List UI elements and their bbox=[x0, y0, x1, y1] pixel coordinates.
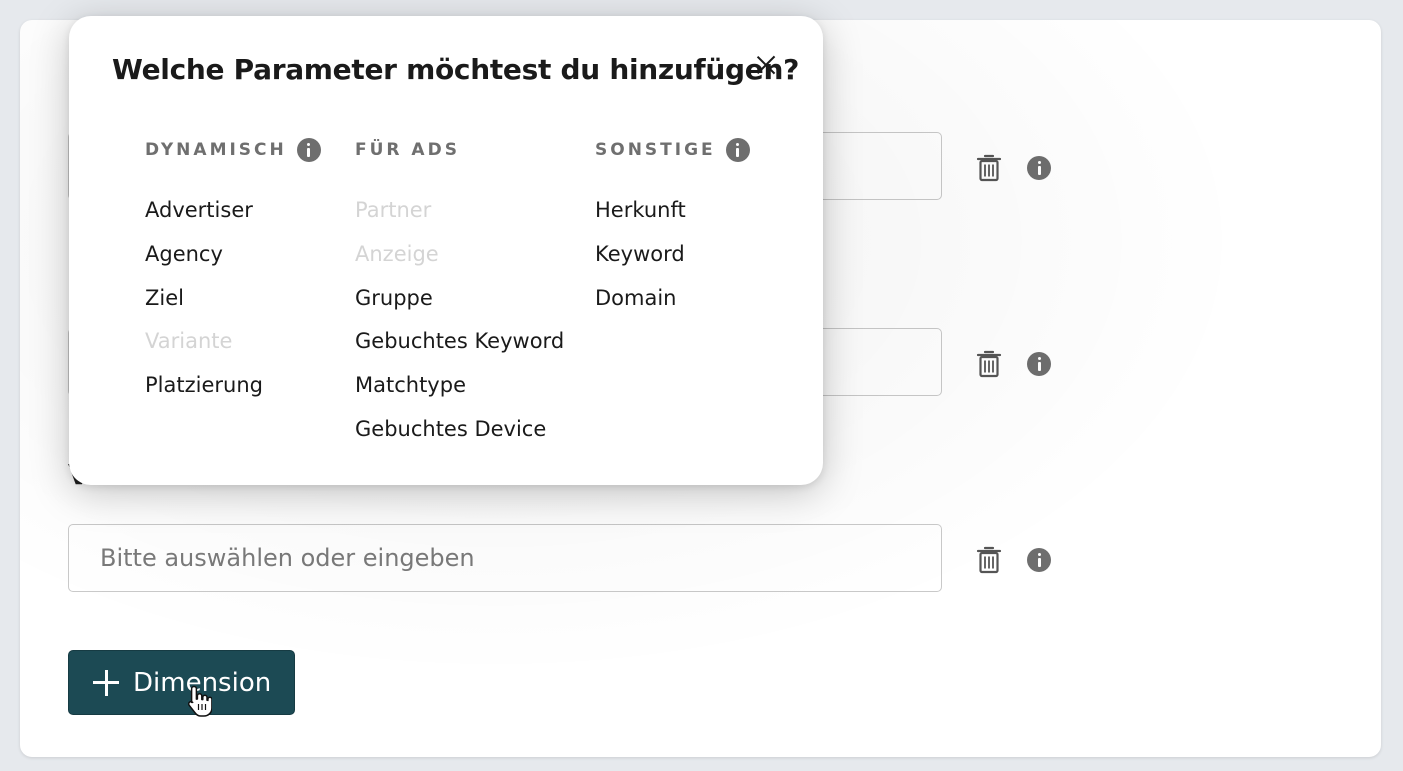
row-3-info-button[interactable] bbox=[1025, 546, 1053, 574]
param-gebuchtes-keyword[interactable]: Gebuchtes Keyword bbox=[355, 327, 564, 371]
column-sonstige: SONSTIGE Herkunft Keyword Domain bbox=[595, 136, 750, 327]
param-partner: Partner bbox=[355, 198, 432, 222]
column-heading-label: DYNAMISCH bbox=[145, 140, 287, 160]
column-fuer-ads: FÜR ADS Partner Anzeige Gruppe Gebuchtes… bbox=[355, 136, 564, 459]
row-1-info-button[interactable] bbox=[1025, 154, 1053, 182]
row-2-info-button[interactable] bbox=[1025, 350, 1053, 378]
delete-row-3-button[interactable] bbox=[975, 546, 1003, 574]
param-anzeige: Anzeige bbox=[355, 241, 439, 266]
param-keyword[interactable]: Keyword bbox=[595, 240, 750, 284]
trash-icon bbox=[976, 546, 1002, 574]
param-gruppe[interactable]: Gruppe bbox=[355, 284, 564, 328]
add-dimension-button[interactable]: Dimension bbox=[68, 650, 295, 715]
parameter-picker-popup: Welche Parameter möchtest du hinzufügen?… bbox=[69, 16, 823, 485]
trash-icon bbox=[976, 350, 1002, 378]
pointer-cursor-icon bbox=[187, 685, 212, 717]
close-icon[interactable] bbox=[753, 52, 779, 78]
variante-input[interactable] bbox=[68, 524, 942, 592]
column-items: Partner Anzeige Gruppe Gebuchtes Keyword… bbox=[355, 196, 564, 459]
param-matchtype[interactable]: Matchtype bbox=[355, 371, 564, 415]
param-domain[interactable]: Domain bbox=[595, 284, 750, 328]
column-heading: FÜR ADS bbox=[355, 136, 564, 164]
param-advertiser[interactable]: Advertiser bbox=[145, 196, 321, 240]
column-heading-label: SONSTIGE bbox=[595, 140, 716, 160]
column-heading: DYNAMISCH bbox=[145, 136, 321, 164]
column-items: Herkunft Keyword Domain bbox=[595, 196, 750, 327]
variante-input-text[interactable] bbox=[98, 543, 941, 573]
param-herkunft[interactable]: Herkunft bbox=[595, 196, 750, 240]
param-agency[interactable]: Agency bbox=[145, 240, 321, 284]
plus-icon bbox=[93, 669, 119, 696]
info-icon bbox=[1027, 352, 1051, 376]
popup-title: Welche Parameter möchtest du hinzufügen? bbox=[112, 53, 800, 86]
column-heading-label: FÜR ADS bbox=[355, 140, 460, 160]
delete-row-1-button[interactable] bbox=[975, 154, 1003, 182]
param-gebuchtes-device[interactable]: Gebuchtes Device bbox=[355, 415, 564, 459]
param-platzierung[interactable]: Platzierung bbox=[145, 371, 321, 415]
param-ziel[interactable]: Ziel bbox=[145, 284, 321, 328]
trash-icon bbox=[976, 154, 1002, 182]
column-heading: SONSTIGE bbox=[595, 136, 750, 164]
column-dynamisch: DYNAMISCH Advertiser Agency Ziel Variant… bbox=[145, 136, 321, 415]
info-icon[interactable] bbox=[725, 138, 750, 162]
info-icon[interactable] bbox=[296, 138, 321, 162]
info-icon bbox=[1027, 548, 1051, 572]
column-items: Advertiser Agency Ziel Variante Platzier… bbox=[145, 196, 321, 415]
param-variante: Variante bbox=[145, 329, 233, 354]
info-icon bbox=[1027, 156, 1051, 180]
delete-row-2-button[interactable] bbox=[975, 350, 1003, 378]
